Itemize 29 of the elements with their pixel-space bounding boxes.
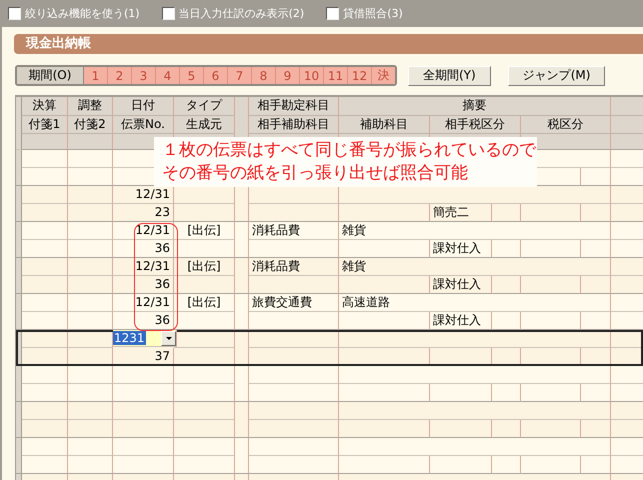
column-header: 生成元 [174,116,235,134]
column-header: 付箋1 [22,116,68,134]
column-header: 付箋2 [68,116,113,134]
account-cell: 消耗品費 [249,258,339,276]
column-header: 補助科目 [339,116,430,134]
column-header: 税区分 [521,116,611,134]
date-cell: 12/31 [113,222,174,240]
memo-cell: 雑貨 [339,258,611,276]
column-header: 伝票No. [113,116,174,134]
annotation-tooltip: １枚の伝票はすべて同じ番号が振られているので その番号の紙を引っ張り出せば照合可能 [154,137,537,187]
column-header: 摘要 [339,97,611,116]
column-header: 日付 [113,97,174,116]
column-header: 相手勘定科目 [249,97,339,116]
account-cell: 消耗品費 [249,222,339,240]
memo-cell: 雑貨 [339,222,611,240]
column-header: 相手補助科目 [249,116,339,134]
column-header: タイプ [174,97,235,116]
period-label: 期間(O) [17,67,84,84]
type-cell: [出伝] [174,258,235,276]
date-cell: 12/31 [113,258,174,276]
type-cell: [出伝] [174,222,235,240]
column-header: 調整 [68,97,113,116]
column-header: 決算 [22,97,68,116]
type-cell: [出伝] [174,294,235,312]
date-cell: 12/31 [113,294,174,312]
account-cell: 旅費交通費 [249,294,339,312]
memo-cell: 高速道路 [339,294,611,312]
ledger-title-bar: 現金出納帳 [14,34,643,54]
column-header: 相手税区分 [430,116,521,134]
